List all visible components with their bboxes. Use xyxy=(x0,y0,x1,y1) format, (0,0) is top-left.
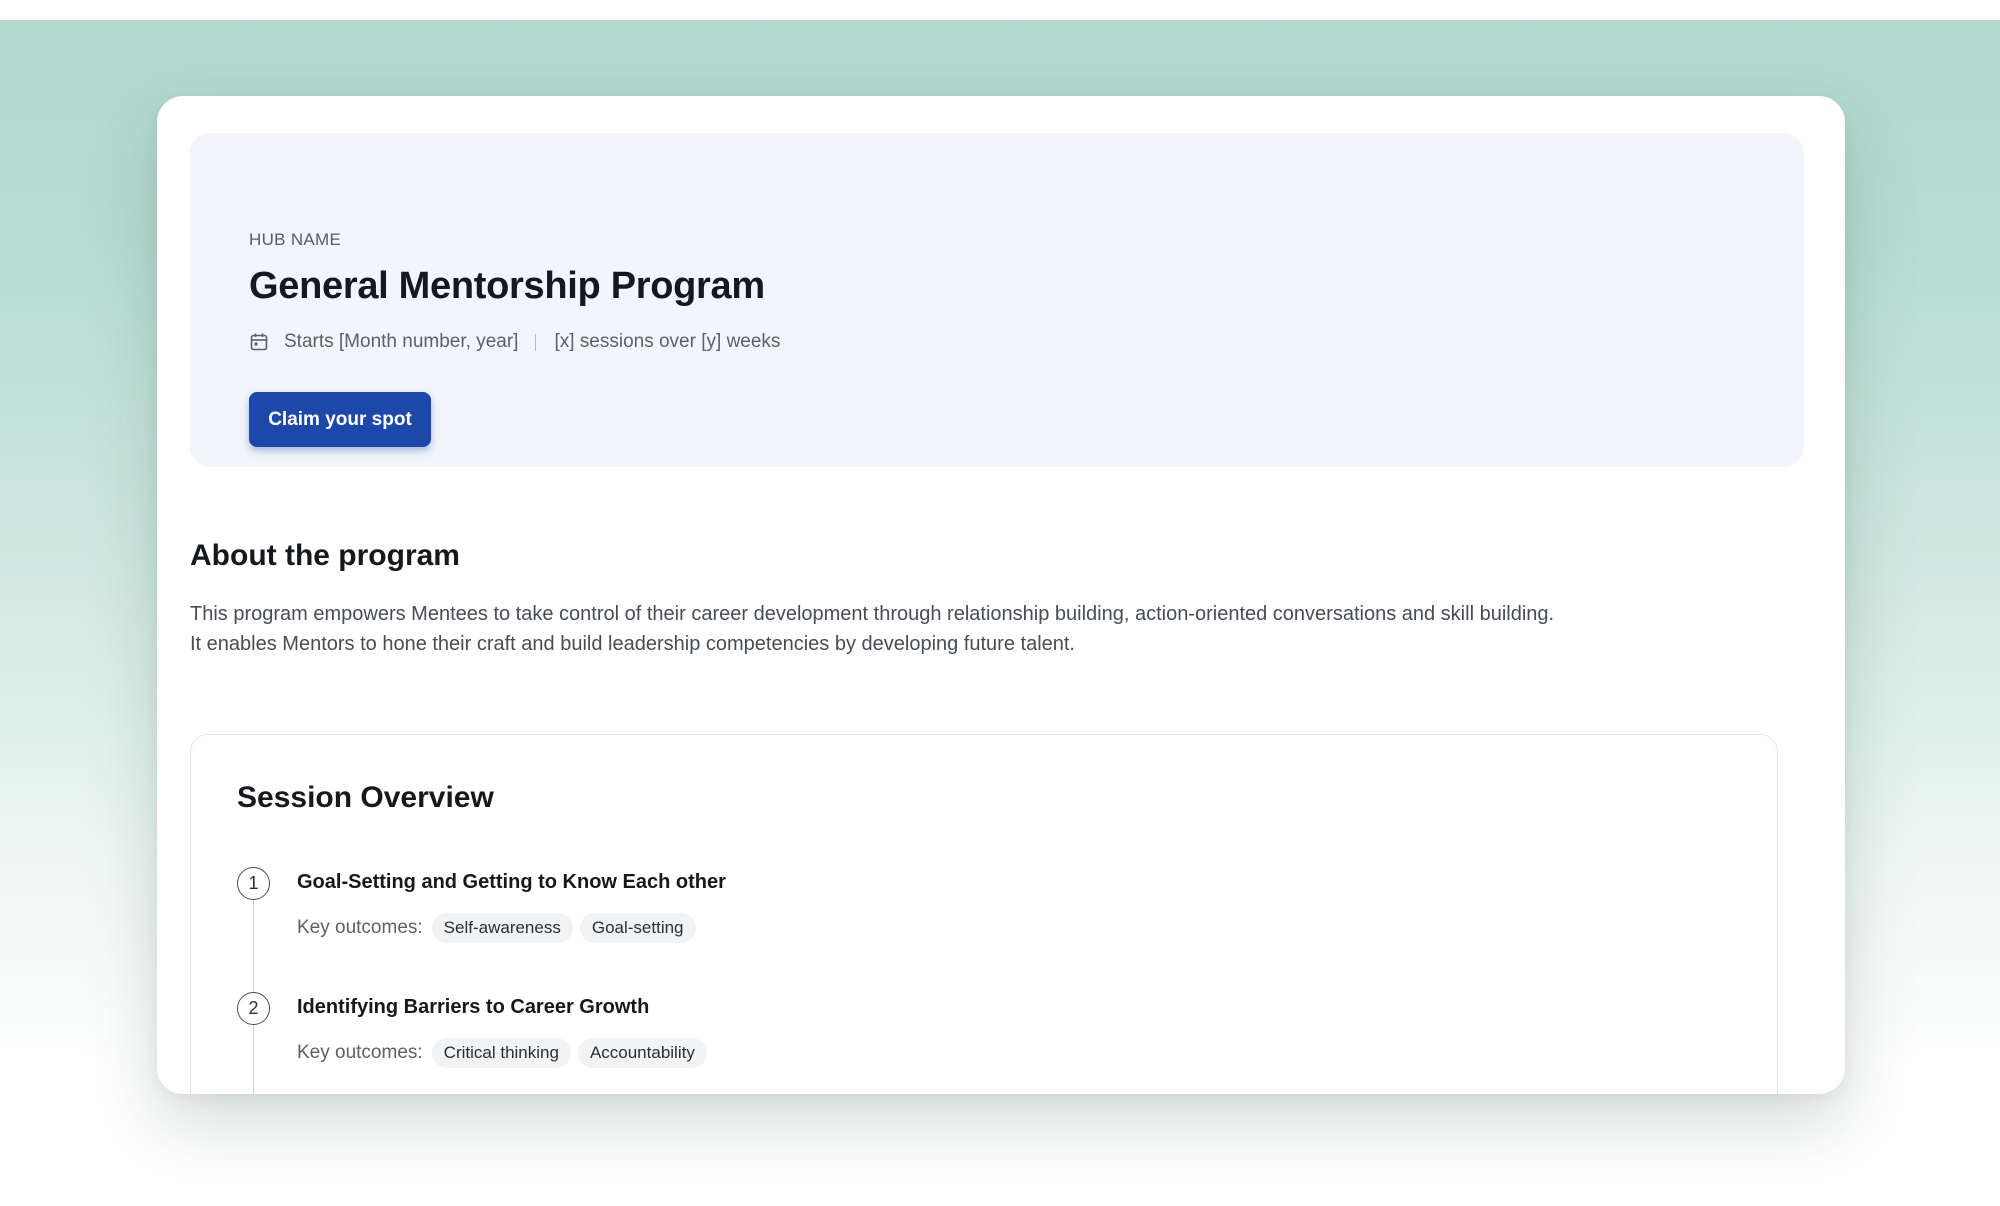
key-outcomes-label: Key outcomes: xyxy=(297,1042,423,1063)
about-description: This program empowers Mentees to take co… xyxy=(190,603,1555,655)
program-meta: Starts [Month number, year] [x] sessions… xyxy=(249,329,780,355)
claim-spot-button[interactable]: Claim your spot xyxy=(249,392,431,447)
outcome-tag: Self-awareness xyxy=(431,913,573,943)
session-number: 1 xyxy=(237,867,270,900)
session-number: 2 xyxy=(237,992,270,1025)
hub-name-label: HUB NAME xyxy=(249,230,342,249)
key-outcomes: Key outcomes: Critical thinking Accounta… xyxy=(297,1037,714,1069)
timeline-line xyxy=(253,900,254,992)
sessions-info-text: [x] sessions over [y] weeks xyxy=(554,331,781,352)
key-outcomes: Key outcomes: Self-awareness Goal-settin… xyxy=(297,912,703,944)
session-title: Goal-Setting and Getting to Know Each ot… xyxy=(297,871,726,893)
session-title: Identifying Barriers to Career Growth xyxy=(297,996,650,1018)
calendar-icon xyxy=(249,332,269,352)
session-overview-panel: Session Overview 1 Goal-Setting and Gett… xyxy=(190,734,1778,1094)
outcome-tag: Goal-setting xyxy=(579,913,696,943)
program-title: General Mentorship Program xyxy=(249,265,765,307)
hero-section: HUB NAME General Mentorship Program Star… xyxy=(190,133,1804,467)
key-outcomes-label: Key outcomes: xyxy=(297,917,423,938)
outcome-tag: Critical thinking xyxy=(431,1038,571,1068)
timeline-line xyxy=(253,1025,254,1094)
about-heading: About the program xyxy=(190,539,460,572)
start-date-text: Starts [Month number, year] xyxy=(284,331,519,352)
meta-divider xyxy=(535,333,537,351)
outcome-tag: Accountability xyxy=(577,1038,707,1068)
top-strip xyxy=(0,0,2000,20)
session-overview-heading: Session Overview xyxy=(237,781,494,814)
program-card: HUB NAME General Mentorship Program Star… xyxy=(157,96,1845,1094)
